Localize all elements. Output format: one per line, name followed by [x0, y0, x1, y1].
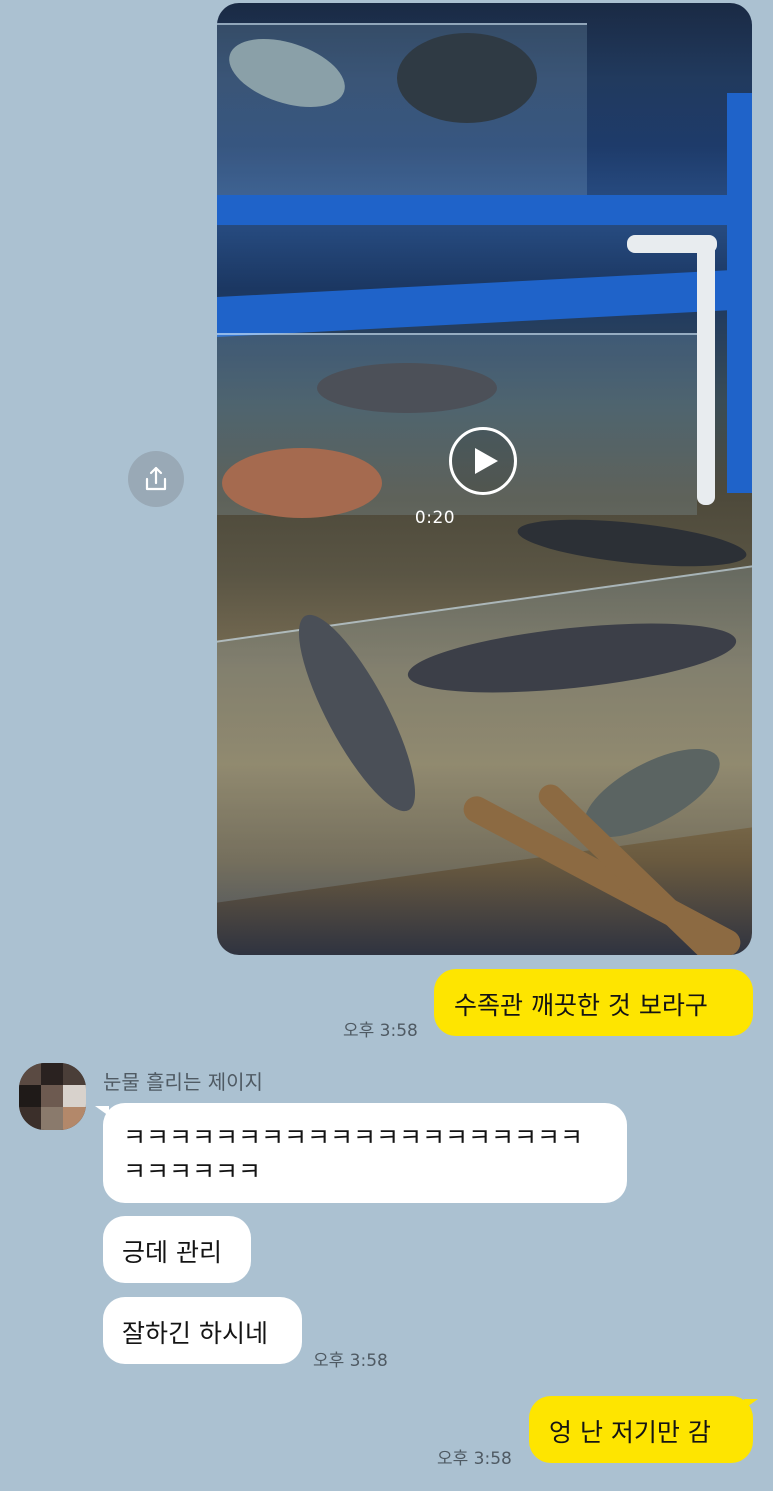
- message-text: 엉 난 저기만 감: [549, 1418, 711, 1447]
- sender-name: 눈물 흘리는 제이지: [103, 1070, 263, 1094]
- video-duration: 0:20: [414, 508, 456, 528]
- message-text: 긍데 관리: [122, 1238, 222, 1267]
- tank-glass: [217, 565, 752, 903]
- tank-shelf: [217, 268, 752, 338]
- message-time: 오후 3:58: [343, 1021, 418, 1041]
- share-icon: [145, 466, 167, 491]
- outgoing-message[interactable]: 엉 난 저기만 감: [529, 1396, 753, 1463]
- incoming-message[interactable]: 긍데 관리: [103, 1216, 251, 1283]
- message-text-line: ㅋㅋㅋㅋㅋㅋ: [123, 1157, 262, 1186]
- message-text: 잘하긴 하시네: [122, 1319, 268, 1348]
- fish: [397, 33, 537, 123]
- video-message[interactable]: [217, 3, 752, 955]
- play-button[interactable]: [449, 427, 517, 495]
- message-text-line: ㅋㅋㅋㅋㅋㅋㅋㅋㅋㅋㅋㅋㅋㅋㅋㅋㅋㅋㅋㅋ: [123, 1123, 584, 1152]
- avatar[interactable]: [19, 1063, 86, 1130]
- incoming-message[interactable]: ㅋㅋㅋㅋㅋㅋㅋㅋㅋㅋㅋㅋㅋㅋㅋㅋㅋㅋㅋㅋ ㅋㅋㅋㅋㅋㅋ: [103, 1103, 627, 1203]
- tank-frame: [727, 93, 752, 493]
- water-pipe: [697, 235, 715, 505]
- message-time: 오후 3:58: [313, 1351, 388, 1371]
- share-button[interactable]: [128, 451, 184, 507]
- fish: [317, 363, 497, 413]
- outgoing-message[interactable]: 수족관 깨끗한 것 보라구: [434, 969, 753, 1036]
- fish: [222, 448, 382, 518]
- message-text: 수족관 깨끗한 것 보라구: [454, 991, 708, 1020]
- play-icon: [475, 448, 498, 474]
- fish: [515, 511, 749, 575]
- water-pipe: [627, 235, 717, 253]
- incoming-message[interactable]: 잘하긴 하시네: [103, 1297, 302, 1364]
- message-time: 오후 3:58: [437, 1449, 512, 1469]
- tank-shelf: [217, 195, 752, 225]
